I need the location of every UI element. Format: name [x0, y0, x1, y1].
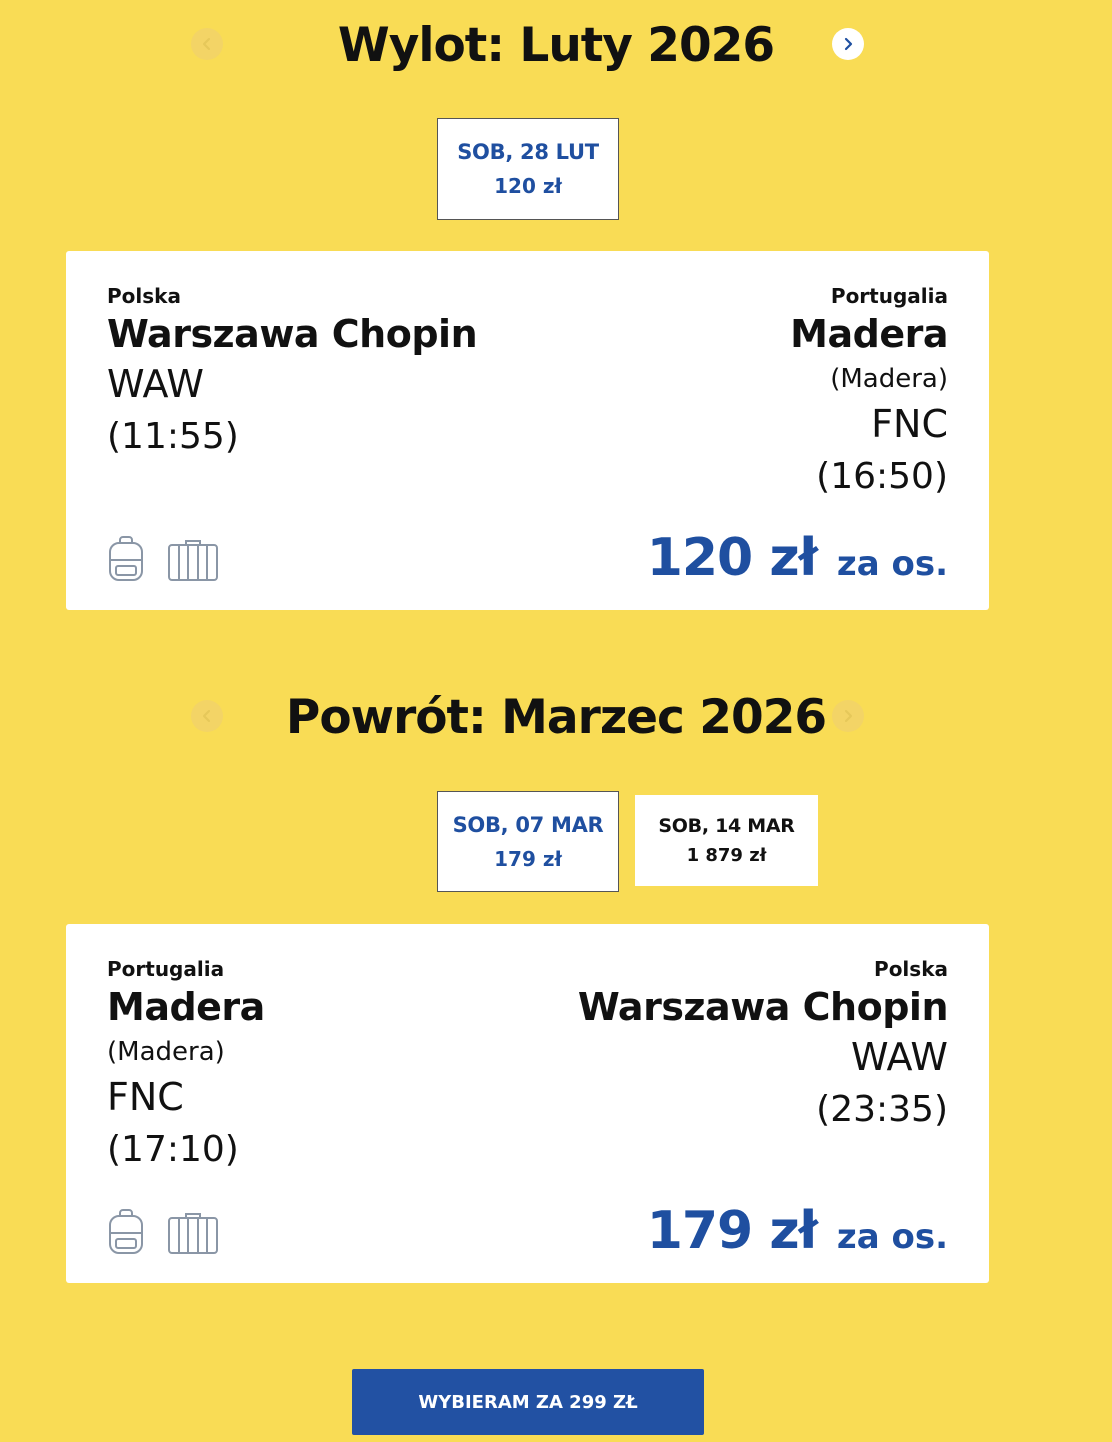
- arrival-region: (Madera): [830, 364, 948, 394]
- departure-code: FNC: [107, 1075, 184, 1119]
- departure-info: Portugalia Madera (Madera) FNC (17:10): [107, 956, 265, 1178]
- return-date-tile-selected[interactable]: SOB, 07 MAR 179 zł: [437, 791, 619, 892]
- next-month-button[interactable]: [832, 700, 864, 732]
- date-label: SOB, 28 LUT: [457, 140, 599, 164]
- date-label: SOB, 14 MAR: [658, 815, 795, 837]
- price-amount: 179 zł: [646, 1201, 818, 1261]
- arrival-code: FNC: [871, 402, 948, 446]
- select-flights-button[interactable]: WYBIERAM ZA 299 ZŁ: [352, 1369, 704, 1435]
- departure-code: WAW: [107, 362, 204, 406]
- date-price: 1 879 zł: [686, 845, 767, 866]
- outbound-flight-card[interactable]: Polska Warszawa Chopin WAW (11:55) Portu…: [66, 251, 989, 610]
- backpack-icon: [109, 1209, 143, 1254]
- arrival-airport: Warszawa Chopin: [577, 985, 949, 1029]
- date-price: 179 zł: [494, 846, 562, 871]
- departure-airport: Warszawa Chopin: [107, 312, 478, 356]
- arrival-airport: Madera: [790, 312, 948, 356]
- return-month-header: Powrót: Marzec 2026: [0, 680, 1112, 760]
- return-price: 179 zł za os.: [647, 1201, 948, 1261]
- departure-info: Polska Warszawa Chopin WAW (11:55): [107, 283, 478, 465]
- date-price: 120 zł: [494, 174, 562, 198]
- return-flight-card[interactable]: Portugalia Madera (Madera) FNC (17:10) P…: [66, 924, 989, 1283]
- next-month-button[interactable]: [832, 28, 864, 60]
- departure-country: Portugalia: [107, 957, 225, 981]
- baggage-icons: [107, 536, 219, 582]
- departure-region: (Madera): [107, 1037, 225, 1067]
- suitcase-icon: [168, 540, 218, 581]
- return-month-title: Powrót: Marzec 2026: [285, 690, 827, 745]
- suitcase-icon: [168, 1213, 218, 1254]
- arrival-info: Polska Warszawa Chopin WAW (23:35): [577, 956, 949, 1138]
- departure-airport: Madera: [107, 985, 265, 1029]
- return-date-tile[interactable]: SOB, 14 MAR 1 879 zł: [635, 795, 818, 886]
- chevron-right-icon: [844, 709, 853, 723]
- price-per-person: za os.: [836, 1217, 948, 1257]
- departure-country: Polska: [107, 284, 181, 308]
- arrival-code: WAW: [851, 1035, 948, 1079]
- date-label: SOB, 07 MAR: [452, 812, 604, 837]
- backpack-icon: [109, 536, 143, 581]
- arrival-time: (16:50): [816, 456, 948, 497]
- departure-time: (17:10): [107, 1129, 239, 1170]
- departure-time: (11:55): [107, 416, 239, 457]
- arrival-country: Portugalia: [830, 284, 948, 308]
- arrival-info: Portugalia Madera (Madera) FNC (16:50): [790, 283, 948, 505]
- baggage-icons: [107, 1209, 219, 1255]
- outbound-date-tile[interactable]: SOB, 28 LUT 120 zł: [437, 118, 619, 220]
- arrival-time: (23:35): [816, 1089, 948, 1130]
- outbound-month-title: Wylot: Luty 2026: [337, 18, 775, 73]
- outbound-month-header: Wylot: Luty 2026: [0, 8, 1112, 88]
- chevron-right-icon: [844, 37, 853, 51]
- outbound-price: 120 zł za os.: [647, 528, 948, 588]
- arrival-country: Polska: [874, 957, 948, 981]
- price-per-person: za os.: [836, 544, 948, 584]
- price-amount: 120 zł: [646, 528, 818, 588]
